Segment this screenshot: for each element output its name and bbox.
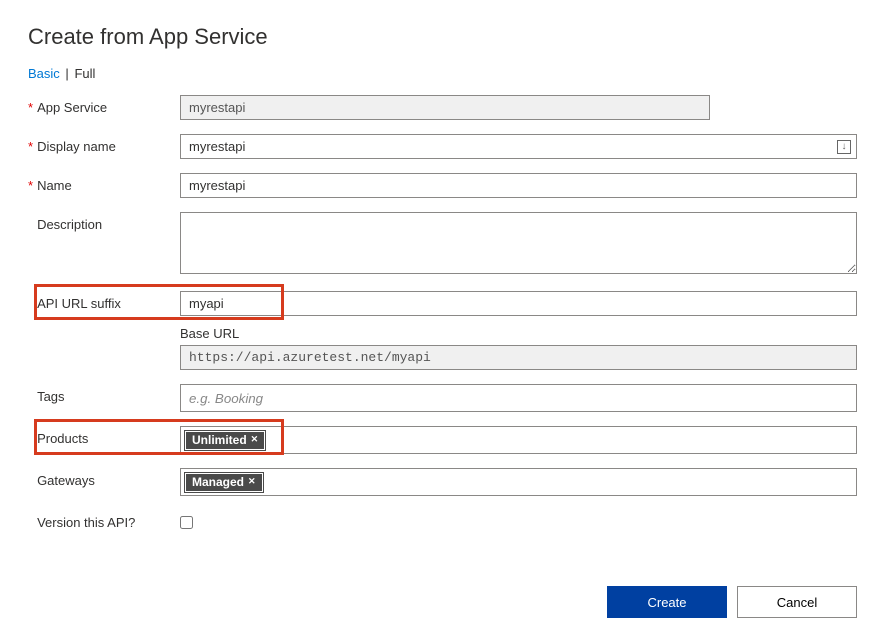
input-name[interactable]: [180, 173, 857, 198]
row-api-url-suffix: * API URL suffix Base URL: [28, 291, 857, 370]
label-description: Description: [37, 217, 102, 232]
label-display-name: Display name: [37, 139, 116, 154]
input-tags-text[interactable]: [185, 389, 852, 408]
required-marker: *: [28, 100, 33, 115]
input-api-url-suffix[interactable]: [180, 291, 857, 316]
view-tabs: Basic | Full: [28, 66, 857, 81]
tab-full[interactable]: Full: [74, 66, 95, 81]
label-api-url-suffix: API URL suffix: [37, 296, 121, 311]
row-gateways: * Gateways Managed ✕: [28, 468, 857, 496]
row-version: * Version this API?: [28, 510, 857, 532]
tab-basic[interactable]: Basic: [28, 66, 60, 81]
row-description: * Description: [28, 212, 857, 277]
row-tags: * Tags: [28, 384, 857, 412]
pill-products-label: Unlimited: [192, 433, 247, 447]
label-version: Version this API?: [37, 515, 135, 530]
row-display-name: * Display name ↓: [28, 134, 857, 159]
tab-separator: |: [65, 66, 68, 81]
close-icon[interactable]: ✕: [251, 434, 259, 445]
checkbox-version[interactable]: [180, 516, 193, 529]
input-display-name[interactable]: [180, 134, 857, 159]
pill-gateways[interactable]: Managed ✕: [185, 473, 263, 492]
input-base-url: [180, 345, 857, 370]
label-app-service: App Service: [37, 100, 107, 115]
label-tags: Tags: [37, 389, 64, 404]
row-products: * Products Unlimited ✕: [28, 426, 857, 454]
page-title: Create from App Service: [28, 24, 857, 50]
input-products[interactable]: Unlimited ✕: [180, 426, 857, 454]
input-app-service[interactable]: [180, 95, 710, 120]
action-bar: Create Cancel: [28, 586, 857, 618]
row-name: * Name: [28, 173, 857, 198]
cancel-button[interactable]: Cancel: [737, 586, 857, 618]
input-description[interactable]: [180, 212, 857, 274]
label-name: Name: [37, 178, 72, 193]
pill-gateways-label: Managed: [192, 475, 244, 489]
label-products: Products: [37, 431, 88, 446]
label-base-url: Base URL: [180, 326, 857, 341]
required-marker: *: [28, 178, 33, 193]
label-gateways: Gateways: [37, 473, 95, 488]
input-tags[interactable]: [180, 384, 857, 412]
required-marker: *: [28, 139, 33, 154]
create-button[interactable]: Create: [607, 586, 727, 618]
close-icon[interactable]: ✕: [248, 476, 256, 487]
row-app-service: * App Service: [28, 95, 857, 120]
input-gateways[interactable]: Managed ✕: [180, 468, 857, 496]
pill-products[interactable]: Unlimited ✕: [185, 431, 265, 450]
